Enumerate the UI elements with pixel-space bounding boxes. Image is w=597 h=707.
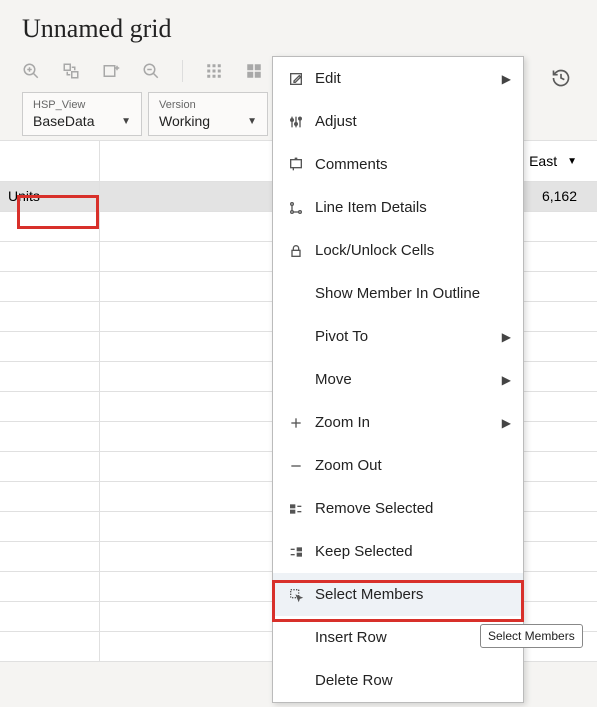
- pov-dim-label: HSP_View: [33, 99, 131, 111]
- menu-item-adjust[interactable]: Adjust: [273, 100, 523, 143]
- remove-sel-icon: [285, 501, 307, 517]
- chevron-right-icon: ▶: [502, 330, 511, 344]
- chevron-down-icon: ▼: [121, 116, 131, 127]
- pov-value: Working: [159, 113, 210, 129]
- menu-label: Delete Row: [315, 672, 511, 689]
- menu-label: Show Member In Outline: [315, 285, 511, 302]
- select-icon: [285, 587, 307, 603]
- column-header-label: East: [529, 153, 557, 169]
- toolbar-separator: [182, 60, 183, 82]
- menu-item-lock[interactable]: Lock/Unlock Cells: [273, 229, 523, 272]
- menu-item-zoomin[interactable]: Zoom In ▶: [273, 401, 523, 444]
- context-menu: Edit ▶ Adjust Comments Line Item Details…: [272, 56, 524, 703]
- chevron-down-icon: ▼: [247, 116, 257, 127]
- menu-label: Select Members: [315, 586, 511, 603]
- history-icon[interactable]: [551, 68, 571, 88]
- menu-item-move[interactable]: Move ▶: [273, 358, 523, 401]
- menu-item-selectmembers[interactable]: Select Members: [273, 573, 523, 616]
- adjust-icon: [285, 114, 307, 130]
- pov-dim-label: Version: [159, 99, 257, 111]
- menu-item-comments[interactable]: Comments: [273, 143, 523, 186]
- zoom-out-icon[interactable]: [142, 62, 160, 80]
- menu-item-pivot[interactable]: Pivot To ▶: [273, 315, 523, 358]
- chevron-right-icon: ▶: [502, 373, 511, 387]
- tooltip: Select Members: [480, 624, 583, 648]
- grid-view-1-icon[interactable]: [205, 62, 223, 80]
- minus-icon: [285, 458, 307, 474]
- menu-label: Move: [315, 371, 496, 388]
- chevron-right-icon: ▶: [502, 416, 511, 430]
- menu-label: Zoom In: [315, 414, 496, 431]
- add-panel-icon[interactable]: [102, 62, 120, 80]
- chevron-down-icon: ▼: [567, 156, 577, 167]
- menu-label: Edit: [315, 70, 496, 87]
- comments-icon: [285, 157, 307, 173]
- lock-icon: [285, 243, 307, 259]
- corner-cell: [0, 141, 100, 181]
- zoom-in-icon[interactable]: [22, 62, 40, 80]
- menu-label: Pivot To: [315, 328, 496, 345]
- menu-label: Adjust: [315, 113, 511, 130]
- pivot-icon[interactable]: [62, 62, 80, 80]
- menu-item-showmember[interactable]: Show Member In Outline: [273, 272, 523, 315]
- menu-label: Keep Selected: [315, 543, 511, 560]
- menu-label: Lock/Unlock Cells: [315, 242, 511, 259]
- menu-label: Comments: [315, 156, 511, 173]
- menu-item-deleterow[interactable]: Delete Row: [273, 659, 523, 702]
- menu-item-zoomout[interactable]: Zoom Out: [273, 444, 523, 487]
- menu-item-edit[interactable]: Edit ▶: [273, 57, 523, 100]
- menu-item-keepselected[interactable]: Keep Selected: [273, 530, 523, 573]
- page-title: Unnamed grid: [0, 0, 597, 54]
- menu-label: Zoom Out: [315, 457, 511, 474]
- row-header-units[interactable]: Units: [0, 182, 100, 211]
- pov-item-version[interactable]: Version Working ▼: [148, 92, 268, 136]
- menu-label: Line Item Details: [315, 199, 511, 216]
- menu-item-removeselected[interactable]: Remove Selected: [273, 487, 523, 530]
- pov-item-hspview[interactable]: HSP_View BaseData ▼: [22, 92, 142, 136]
- menu-label: Remove Selected: [315, 500, 511, 517]
- plus-icon: [285, 415, 307, 431]
- keep-sel-icon: [285, 544, 307, 560]
- grid-view-2-icon[interactable]: [245, 62, 263, 80]
- pov-value: BaseData: [33, 113, 94, 129]
- lineitem-icon: [285, 200, 307, 216]
- edit-icon: [285, 71, 307, 87]
- chevron-right-icon: ▶: [502, 72, 511, 86]
- menu-item-lineitem[interactable]: Line Item Details: [273, 186, 523, 229]
